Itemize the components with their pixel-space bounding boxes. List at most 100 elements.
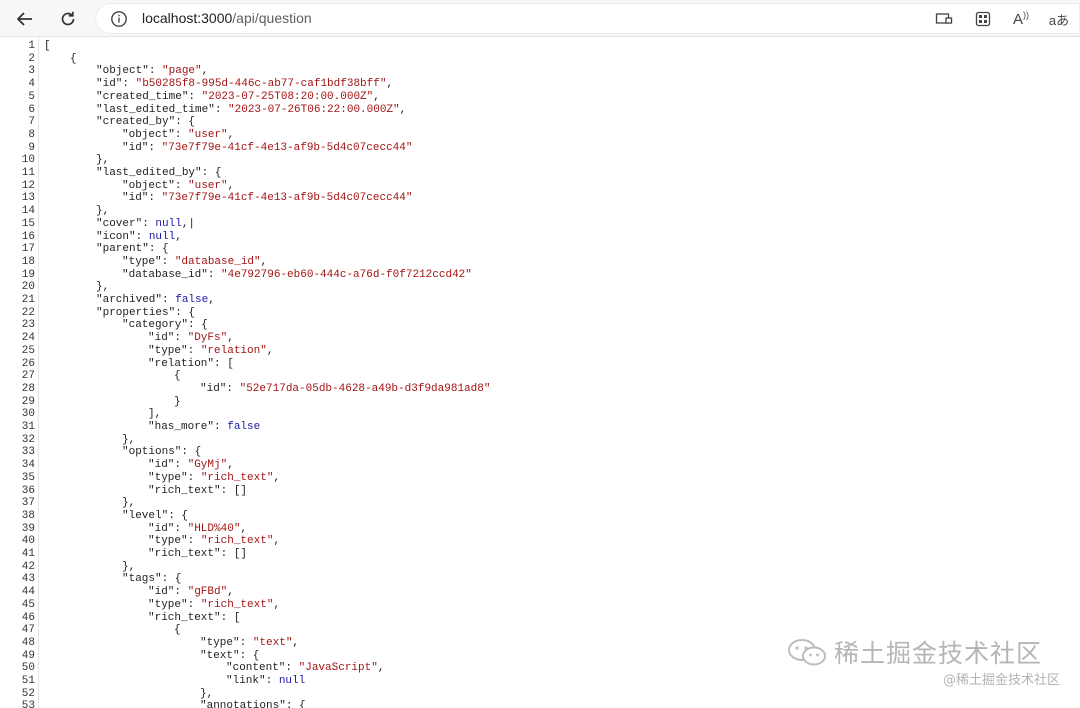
translate-button[interactable]: aあ	[1046, 7, 1072, 31]
json-line: 14},	[0, 205, 1080, 218]
json-key: "id"	[122, 141, 149, 154]
json-line: 15 "cover": null,|	[0, 218, 1080, 231]
json-line: 41 "rich_text": []	[0, 548, 1080, 561]
json-code: "cover": null,|	[96, 218, 195, 231]
json-line: 9 "id": "73e7f79e-41cf-4e13-af9b-5d4c07ce…	[0, 142, 1080, 155]
read-aloud-button[interactable]: A))	[1008, 7, 1034, 31]
json-code: "category": {	[122, 319, 208, 332]
json-key: "rich_text"	[148, 548, 221, 560]
json-string: "2023-07-25T08:20:00.000Z"	[201, 90, 374, 103]
line-number: 37	[21, 497, 35, 510]
json-punctuation: }	[174, 395, 181, 408]
json-line: 27 {	[0, 370, 1080, 383]
json-code: ],	[148, 408, 161, 421]
json-line: 42},	[0, 561, 1080, 574]
json-code: "object": "user",	[122, 129, 234, 142]
json-punctuation: : []	[220, 548, 248, 560]
json-line: 35 "type": "rich_text",	[0, 472, 1080, 485]
json-line: 17 "parent": {	[0, 243, 1080, 256]
json-code: "archived": false,	[96, 294, 215, 307]
json-code: "type": "rich_text",	[148, 472, 280, 485]
json-line: 26 "relation": [	[0, 358, 1080, 371]
json-string: "73e7f79e-41cf-4e13-af9b-5d4c07cecc44"	[161, 141, 413, 154]
json-string: "GyMj"	[187, 459, 228, 472]
json-punctuation: ,	[260, 255, 268, 268]
json-punctuation: :	[174, 332, 188, 345]
apps-button[interactable]	[970, 7, 996, 31]
json-punctuation: },	[96, 205, 110, 218]
json-literal: false	[227, 421, 261, 433]
json-code: {	[70, 53, 77, 66]
json-punctuation: ,	[227, 128, 235, 141]
json-punctuation: :	[239, 636, 253, 649]
json-code: "object": "page",	[96, 65, 208, 78]
json-code: "type": "text",	[200, 637, 299, 650]
json-code: "has_more": false	[148, 421, 260, 434]
site-info-icon[interactable]	[110, 10, 128, 28]
json-key: "id"	[122, 192, 149, 205]
url-text[interactable]: localhost:3000/api/question	[142, 10, 312, 26]
json-key: "type"	[148, 535, 188, 548]
json-line: 38 "level": {	[0, 510, 1080, 523]
json-code: "id": "DyFs",	[148, 332, 234, 345]
json-string: "relation"	[200, 344, 267, 357]
apps-icon	[975, 11, 991, 27]
json-line: 51 "link": null	[0, 675, 1080, 688]
json-line: 52},	[0, 688, 1080, 701]
json-line: 22 "properties": {	[0, 307, 1080, 320]
back-button[interactable]	[10, 4, 40, 33]
json-line: 33 "options": {	[0, 446, 1080, 459]
line-number: 17	[21, 243, 35, 256]
json-key: "annotations"	[200, 700, 286, 708]
json-code: "options": {	[122, 446, 201, 459]
line-number: 53	[21, 700, 35, 708]
line-number: 48	[21, 636, 35, 649]
json-punctuation: ,	[292, 636, 300, 649]
line-number: 26	[21, 357, 35, 370]
json-code: "created_by": {	[96, 116, 195, 129]
json-code: "icon": null,	[96, 231, 182, 244]
line-number: 49	[21, 649, 35, 662]
browser-toolbar: localhost:3000/api/question A)) aあ	[0, 0, 1080, 37]
json-code: }	[174, 396, 181, 409]
reload-button[interactable]	[53, 4, 83, 33]
json-line: 28 "id": "52e717da-05db-4628-a49b-d3f9da9…	[0, 383, 1080, 396]
reader-mode-button[interactable]	[931, 7, 957, 31]
json-key: "icon"	[96, 230, 136, 243]
json-code: "parent": {	[96, 243, 169, 256]
json-code: "rich_text": []	[148, 548, 247, 561]
json-punctuation: : []	[220, 484, 248, 497]
json-key: "id"	[96, 78, 123, 91]
json-line: 24 "id": "DyFs",	[0, 332, 1080, 345]
json-line: 53 "annotations": {	[0, 700, 1080, 708]
json-punctuation: :	[187, 471, 201, 484]
json-code: "type": "relation",	[148, 345, 273, 358]
json-punctuation: : {	[168, 509, 189, 522]
json-literal: false	[175, 294, 209, 306]
line-number: 29	[21, 395, 35, 408]
json-line: 10},	[0, 154, 1080, 167]
line-number: 5	[28, 90, 35, 103]
address-bar[interactable]: localhost:3000/api/question A)) aあ	[95, 3, 1080, 34]
json-punctuation: :	[187, 344, 201, 357]
json-line: 37},	[0, 497, 1080, 510]
json-key: "archived"	[96, 294, 163, 306]
line-number: 42	[21, 560, 35, 573]
line-number: 34	[21, 459, 35, 472]
json-key: "tags"	[122, 573, 162, 586]
json-line: 18 "type": "database_id",	[0, 256, 1080, 269]
json-key: "type"	[122, 255, 162, 268]
json-key: "created_time"	[96, 90, 189, 103]
json-punctuation: :	[148, 141, 162, 154]
json-code: },	[122, 561, 135, 574]
json-line: 5 "created_time": "2023-07-25T08:20:00.00…	[0, 91, 1080, 104]
json-code: "text": {	[200, 650, 259, 663]
json-literal: null	[155, 217, 182, 230]
json-punctuation: {	[174, 370, 181, 383]
line-number: 23	[21, 319, 35, 332]
line-number: 36	[21, 484, 35, 497]
json-punctuation: : {	[175, 116, 196, 129]
line-number: 24	[21, 332, 35, 345]
json-code: "type": "database_id",	[122, 256, 267, 269]
json-code: },	[200, 688, 213, 701]
